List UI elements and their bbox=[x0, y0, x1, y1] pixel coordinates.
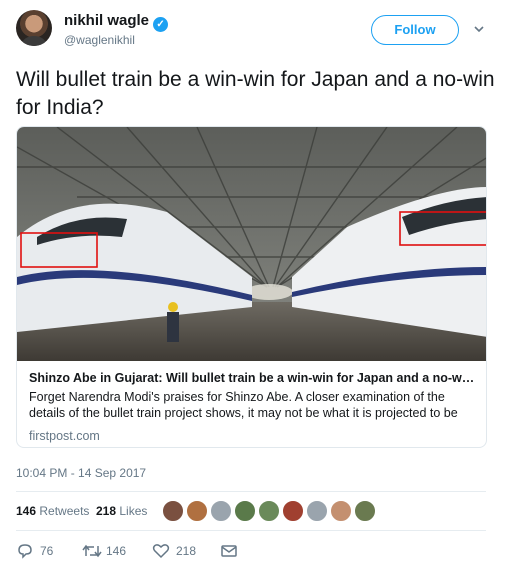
tweet-actions: 76 146 218 bbox=[16, 542, 486, 562]
like-button[interactable]: 218 bbox=[152, 542, 222, 560]
card-domain: firstpost.com bbox=[29, 429, 100, 443]
reply-icon bbox=[18, 544, 32, 559]
avatar[interactable] bbox=[258, 500, 280, 522]
avatar[interactable] bbox=[234, 500, 256, 522]
engagement-stats: 146 Retweets 218 Likes bbox=[16, 498, 486, 526]
like-count: 218 bbox=[176, 544, 197, 558]
card-description: Forget Narendra Modi's praises for Shinz… bbox=[29, 390, 458, 420]
reply-count: 76 bbox=[40, 544, 54, 558]
timestamp[interactable]: 10:04 PM - 14 Sep 2017 bbox=[16, 466, 146, 480]
chevron-down-icon[interactable] bbox=[474, 24, 484, 34]
divider bbox=[16, 491, 486, 492]
divider bbox=[16, 530, 486, 531]
card-title[interactable]: Shinzo Abe in Gujarat: Will bullet train… bbox=[29, 371, 476, 385]
likes-stat[interactable]: 218 Likes bbox=[96, 504, 147, 518]
retweet-icon bbox=[82, 544, 102, 558]
retweet-button[interactable]: 146 bbox=[82, 542, 152, 560]
avatar[interactable] bbox=[306, 500, 328, 522]
avatar[interactable] bbox=[330, 500, 352, 522]
avatar[interactable] bbox=[354, 500, 376, 522]
tweet-text: Will bullet train be a win-win for Japan… bbox=[16, 68, 495, 119]
tweet-header: nikhil wagle ✓ @waglenikhil Follow bbox=[16, 10, 498, 56]
avatar[interactable] bbox=[16, 10, 52, 46]
card-body[interactable]: Shinzo Abe in Gujarat: Will bullet train… bbox=[17, 361, 486, 447]
retweets-label: Retweets bbox=[39, 504, 90, 518]
like-icon bbox=[152, 544, 170, 559]
link-card[interactable]: Shinzo Abe in Gujarat: Will bullet train… bbox=[16, 126, 487, 448]
retweets-stat[interactable]: 146 Retweets bbox=[16, 504, 89, 518]
avatar[interactable] bbox=[186, 500, 208, 522]
likes-label: Likes bbox=[119, 504, 148, 518]
reply-button[interactable]: 76 bbox=[16, 542, 76, 560]
author-handle[interactable]: @waglenikhil bbox=[64, 33, 135, 47]
follow-button[interactable]: Follow bbox=[371, 15, 459, 45]
retweet-count: 146 bbox=[106, 544, 127, 558]
avatar[interactable] bbox=[162, 500, 184, 522]
author-name-text[interactable]: nikhil wagle bbox=[64, 12, 149, 29]
avatar[interactable] bbox=[282, 500, 304, 522]
card-image[interactable] bbox=[17, 127, 487, 361]
direct-message-button[interactable] bbox=[220, 542, 240, 560]
likes-count: 218 bbox=[96, 504, 117, 518]
author-name[interactable]: nikhil wagle ✓ bbox=[64, 12, 169, 32]
direct-message-icon bbox=[221, 545, 237, 557]
retweets-count: 146 bbox=[16, 504, 37, 518]
avatar[interactable] bbox=[210, 500, 232, 522]
verified-icon: ✓ bbox=[153, 17, 169, 32]
